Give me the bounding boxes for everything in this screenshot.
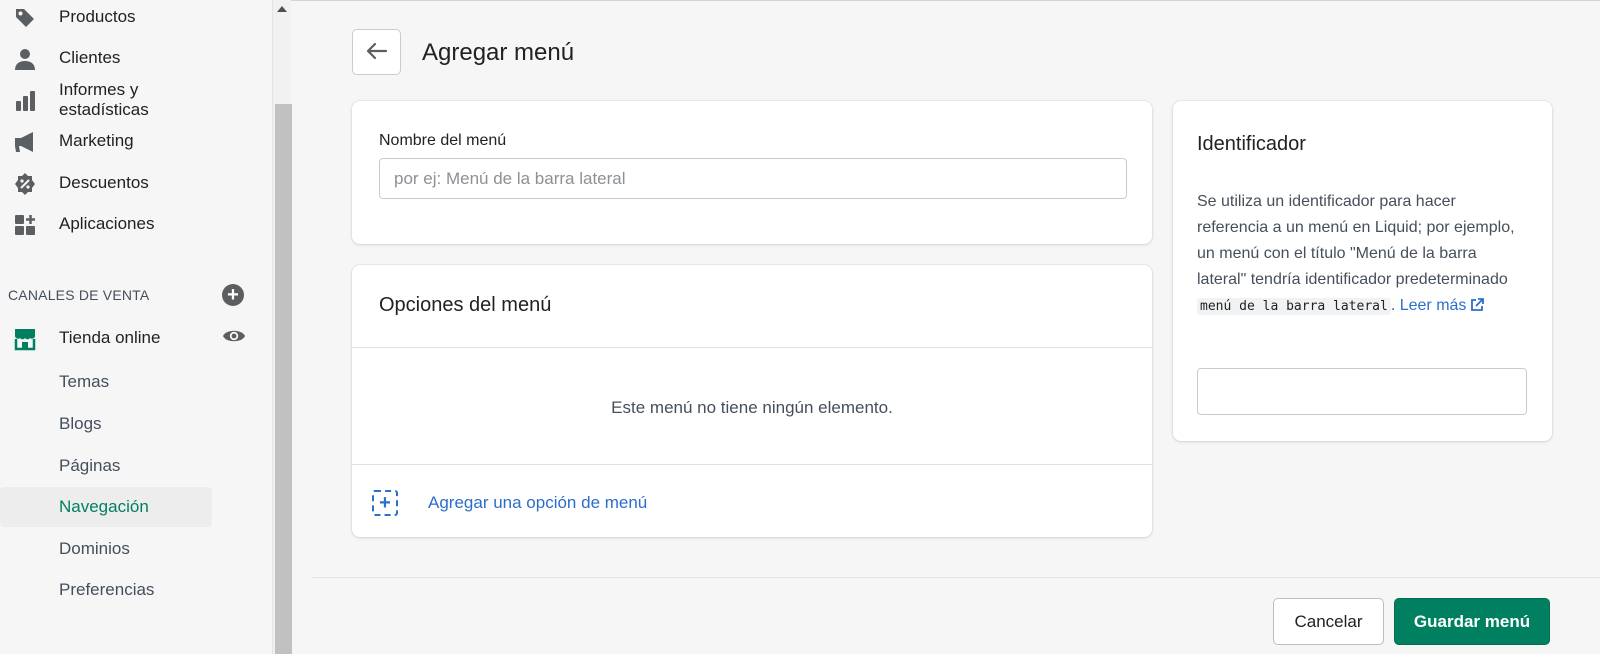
identifier-description-text: Se utiliza un identificador para hacer r… [1197,193,1515,288]
sidebar-item-products[interactable]: Productos [0,0,212,37]
back-button[interactable] [352,29,401,75]
menu-options-heading: Opciones del menú [379,294,552,316]
identifier-description-suffix: . [1390,297,1400,314]
sidebar-item-label: Marketing [59,131,134,150]
eye-icon[interactable] [222,326,246,346]
save-menu-button[interactable]: Guardar menú [1394,598,1550,645]
sidebar-item-label: Clientes [59,48,121,67]
sidebar-item-customers[interactable]: Clientes [0,38,212,78]
sidebar-item-online-store[interactable]: Tienda online [0,318,212,358]
sidebar-subitem-label: Páginas [59,456,121,475]
menu-name-card: Nombre del menú [352,101,1152,244]
sidebar-subitem-domains[interactable]: Dominios [0,529,212,569]
sidebar-subitem-label: Temas [59,372,110,391]
identifier-card: Identificador Se utiliza un identificado… [1173,101,1552,441]
learn-more-label: Leer más [1399,297,1467,314]
identifier-input[interactable] [1197,368,1527,415]
external-link-icon [1470,295,1485,321]
sidebar-item-label: Tienda online [59,328,161,347]
identifier-heading: Identificador [1197,133,1306,155]
cancel-button[interactable]: Cancelar [1273,598,1384,645]
arrow-left-icon [366,42,388,63]
sidebar-subitem-label: Preferencias [59,580,155,599]
tag-icon [12,5,38,31]
sidebar-subitem-preferences[interactable]: Preferencias [0,570,212,610]
sidebar-item-marketing[interactable]: Marketing [0,121,212,161]
discount-icon [12,171,38,197]
sidebar-subitem-pages[interactable]: Páginas [0,446,212,486]
footer-divider [312,577,1600,578]
sales-channels-heading: CANALES DE VENTA [8,287,150,303]
add-menu-item-link[interactable]: Agregar una opción de menú [428,493,647,513]
person-icon [12,46,38,72]
menu-name-input[interactable] [379,158,1127,199]
sidebar-item-discounts[interactable]: Descuentos [0,163,212,203]
bar-chart-icon [12,88,38,114]
megaphone-icon [12,129,38,155]
menu-name-label: Nombre del menú [379,132,507,149]
sidebar-subitem-blogs[interactable]: Blogs [0,404,212,444]
sidebar-item-label: Informes y estadísticas [59,80,149,119]
apps-icon [12,212,38,238]
scroll-up-arrow-icon[interactable] [277,6,287,12]
scrollbar-thumb[interactable] [275,104,292,654]
sidebar-subitem-label: Navegación [59,497,149,516]
sidebar-item-label: Productos [59,7,136,26]
page-title: Agregar menú [422,39,575,66]
sidebar-subitem-navigation[interactable]: Navegación [0,487,212,527]
add-channel-icon[interactable]: + [222,284,244,306]
empty-menu-message: Este menú no tiene ningún elemento. [611,398,893,417]
store-icon [12,326,38,352]
learn-more-link[interactable]: Leer más [1400,297,1485,314]
sidebar-subitem-themes[interactable]: Temas [0,362,212,402]
divider [352,347,1152,348]
sidebar-subitem-label: Blogs [59,414,102,433]
add-item-icon[interactable]: + [372,490,398,516]
identifier-code: menú de la barra lateral [1197,298,1391,315]
divider [352,464,1152,465]
sidebar: Productos Clientes Informes y estadístic… [0,0,272,654]
sidebar-item-reports[interactable]: Informes y estadísticas [0,80,212,120]
sidebar-item-apps[interactable]: Aplicaciones [0,204,212,244]
sidebar-subitem-label: Dominios [59,539,130,558]
sidebar-item-label: Aplicaciones [59,214,155,233]
identifier-description: Se utiliza un identificador para hacer r… [1197,189,1527,321]
sidebar-item-label: Descuentos [59,173,149,192]
menu-options-card: Opciones del menú Este menú no tiene nin… [352,265,1152,537]
